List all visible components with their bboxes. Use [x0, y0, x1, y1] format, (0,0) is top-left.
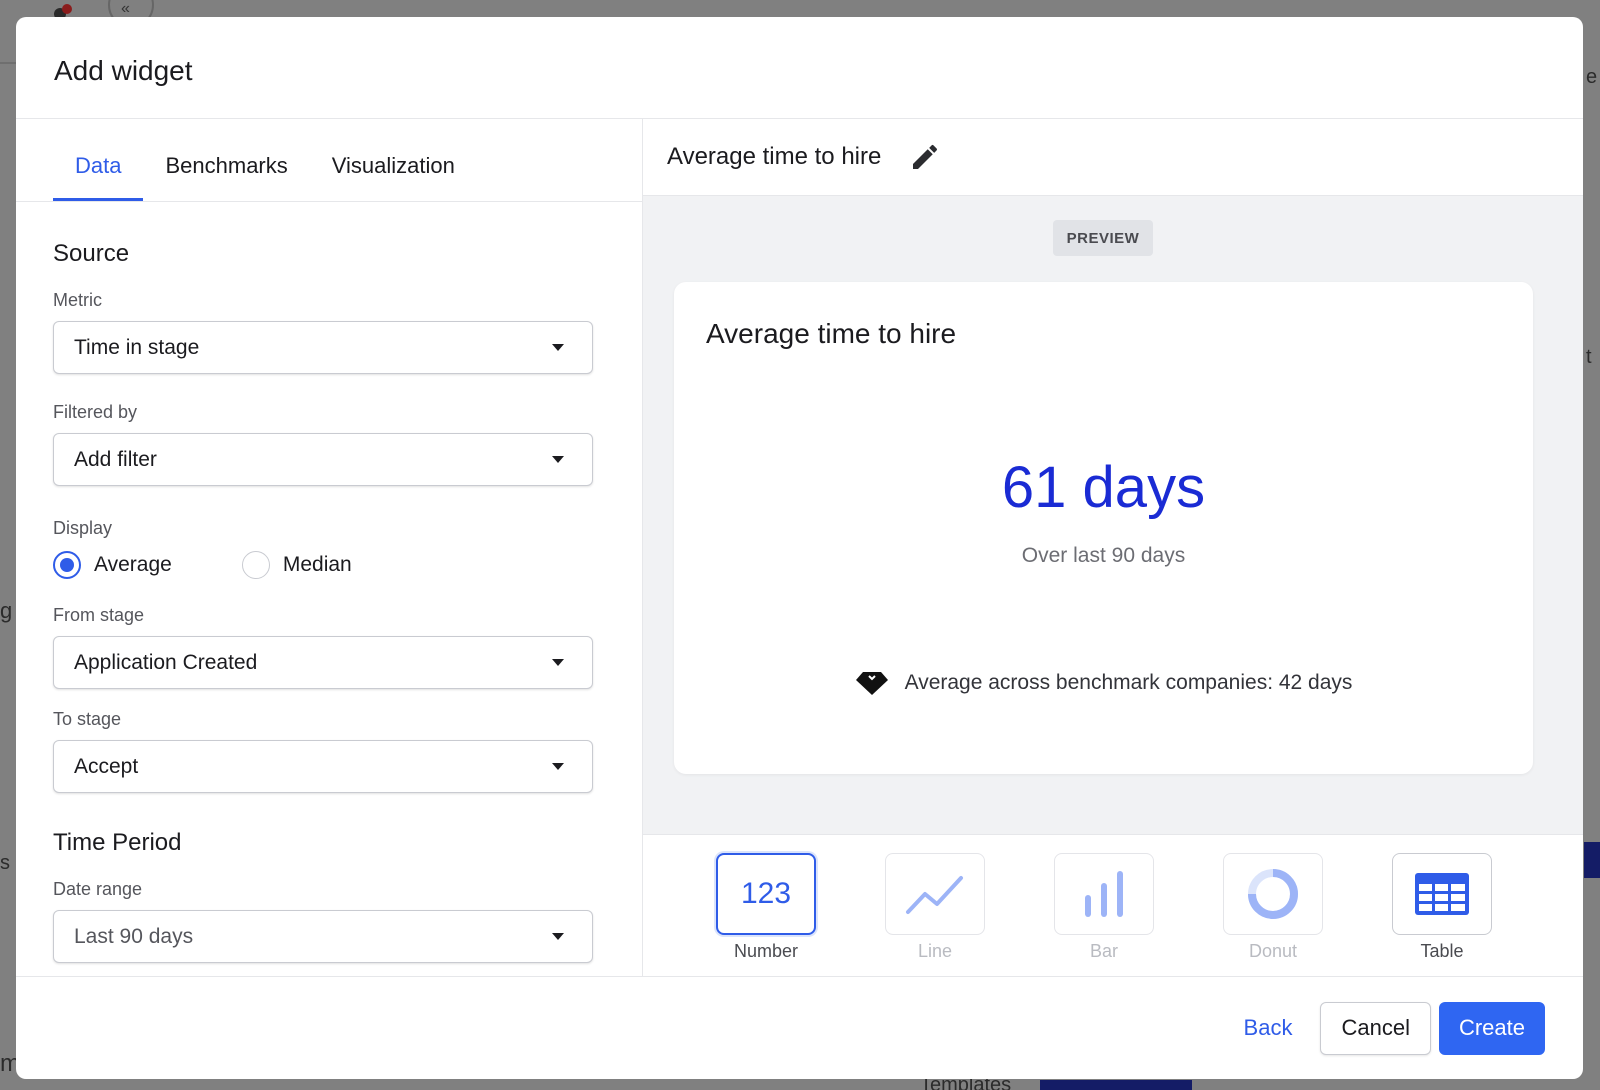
- metric-subtitle: Over last 90 days: [1021, 544, 1186, 567]
- preview-pane: Average time to hire PREVIEW Average tim…: [643, 119, 1583, 976]
- radio-label: Average: [94, 553, 172, 576]
- widget-name-header: Average time to hire: [643, 119, 1583, 196]
- diamond-icon: [855, 672, 888, 695]
- back-button[interactable]: Back: [1244, 1015, 1293, 1041]
- to-stage-value: Accept: [74, 754, 139, 778]
- date-range-label: Date range: [53, 879, 143, 899]
- viz-bar-box: [1054, 853, 1154, 935]
- background-text: s: [0, 852, 10, 874]
- modal-header: Add widget: [16, 17, 1583, 119]
- config-pane: Data Benchmarks Visualization Source Met…: [16, 119, 643, 976]
- background-divider: [0, 62, 16, 64]
- metric-label: Metric: [53, 290, 102, 310]
- caret-down-icon: [552, 456, 564, 463]
- caret-down-icon: [552, 933, 564, 940]
- add-widget-modal: Add widget Data Benchmarks Visualization…: [16, 17, 1583, 1079]
- viz-option-donut[interactable]: Donut: [1223, 853, 1323, 962]
- viz-option-bar[interactable]: Bar: [1054, 853, 1154, 962]
- metric-select[interactable]: Time in stage: [53, 321, 593, 374]
- donut-chart-icon: [1248, 869, 1298, 919]
- background-text: t: [1586, 346, 1592, 368]
- visualization-picker: 123 Number Line Bar Donut Table: [643, 834, 1583, 976]
- line-chart-icon: [906, 876, 963, 914]
- date-range-value: Last 90 days: [74, 924, 194, 948]
- caret-down-icon: [552, 344, 564, 351]
- date-range-select[interactable]: Last 90 days: [53, 910, 593, 963]
- filter-label: Filtered by: [53, 402, 138, 422]
- create-button[interactable]: Create: [1438, 1001, 1545, 1055]
- viz-label: Line: [917, 941, 953, 961]
- modal-title: Add widget: [54, 55, 193, 86]
- cancel-button[interactable]: Cancel: [1320, 1001, 1431, 1055]
- viz-donut-box: [1223, 853, 1323, 935]
- background-bar: [1040, 1080, 1192, 1090]
- source-section-title: Source: [53, 240, 130, 267]
- tab-visualization[interactable]: Visualization: [310, 119, 477, 201]
- from-stage-value: Application Created: [74, 650, 258, 674]
- to-stage-select[interactable]: Accept: [53, 740, 593, 793]
- data-form: Source Metric Time in stage Filtered by …: [16, 240, 642, 963]
- benchmark-row: Average across benchmark companies: 42 d…: [674, 670, 1533, 696]
- viz-label: Donut: [1248, 941, 1298, 961]
- benchmark-text: Average across benchmark companies: 42 d…: [904, 671, 1353, 694]
- table-icon: [1415, 873, 1469, 915]
- filter-select[interactable]: Add filter: [53, 433, 593, 486]
- modal-footer: Back Cancel Create: [16, 977, 1583, 1079]
- viz-number-box: 123: [716, 853, 816, 935]
- widget-preview-card: Average time to hire 61 days Over last 9…: [674, 282, 1533, 774]
- radio-selected-icon: [53, 551, 81, 579]
- metric-select-value: Time in stage: [74, 335, 200, 359]
- card-title: Average time to hire: [706, 318, 957, 349]
- from-stage-select[interactable]: Application Created: [53, 636, 593, 689]
- viz-option-line[interactable]: Line: [885, 853, 985, 962]
- viz-label: Bar: [1089, 941, 1118, 961]
- metric-value: 61 days: [1001, 455, 1206, 520]
- background-text: g: [0, 598, 13, 623]
- display-label: Display: [53, 518, 113, 538]
- viz-label: Table: [1420, 941, 1464, 961]
- tab-bar: Data Benchmarks Visualization: [16, 119, 642, 202]
- background-text: e: [1586, 66, 1598, 88]
- viz-line-box: [885, 853, 985, 935]
- from-stage-label: From stage: [53, 605, 145, 625]
- viz-option-number[interactable]: 123 Number: [716, 853, 816, 962]
- display-radio-median[interactable]: Median: [241, 551, 352, 579]
- display-radio-average[interactable]: Average: [53, 551, 172, 579]
- preview-badge: PREVIEW: [1053, 220, 1153, 256]
- to-stage-label: To stage: [53, 709, 122, 729]
- time-period-section-title: Time Period: [53, 829, 182, 856]
- radio-label: Median: [282, 553, 352, 576]
- radio-unselected-icon: [241, 551, 270, 579]
- caret-down-icon: [552, 763, 564, 770]
- caret-down-icon: [552, 659, 564, 666]
- widget-name: Average time to hire: [667, 143, 882, 170]
- filter-select-value: Add filter: [74, 447, 157, 471]
- bar-chart-icon: [1085, 871, 1123, 917]
- viz-label: Number: [733, 941, 799, 961]
- modal-body: Data Benchmarks Visualization Source Met…: [16, 119, 1583, 977]
- background-bar: [1584, 842, 1600, 878]
- pencil-icon[interactable]: [909, 141, 941, 173]
- display-radio-group: Average Median: [53, 551, 605, 579]
- tab-benchmarks[interactable]: Benchmarks: [143, 119, 309, 201]
- viz-table-box: [1392, 853, 1492, 935]
- number-icon: 123: [740, 877, 792, 910]
- tab-data[interactable]: Data: [53, 119, 144, 201]
- viz-option-table[interactable]: Table: [1392, 853, 1492, 962]
